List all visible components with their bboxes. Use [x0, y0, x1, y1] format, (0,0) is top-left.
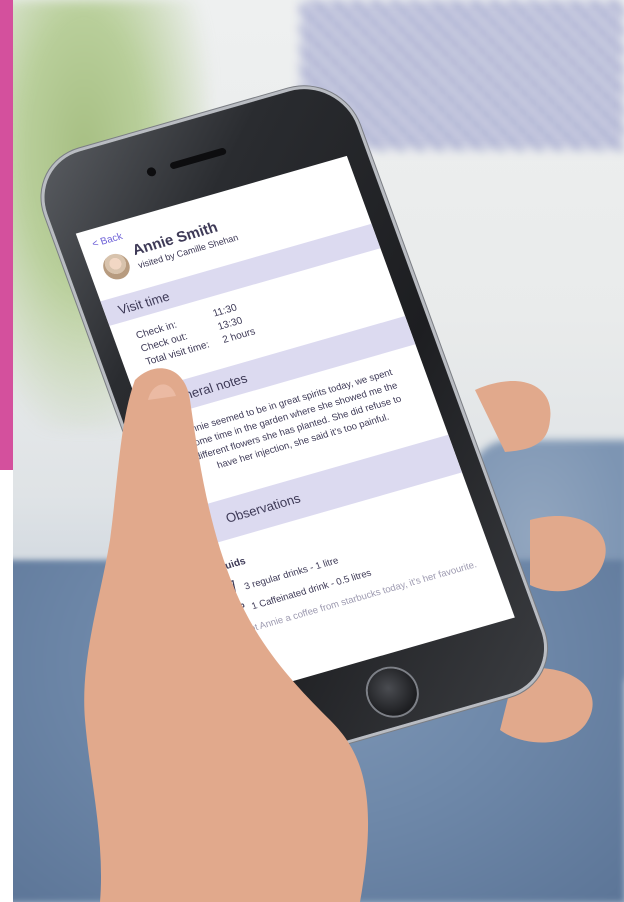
- visit-time-title: Visit time: [115, 288, 172, 318]
- front-camera-icon: [145, 166, 158, 178]
- hand-front: [84, 368, 369, 902]
- white-strip: [0, 470, 13, 902]
- speaker-grille: [169, 147, 228, 170]
- brand-strip: [0, 0, 13, 470]
- avatar: [99, 250, 134, 283]
